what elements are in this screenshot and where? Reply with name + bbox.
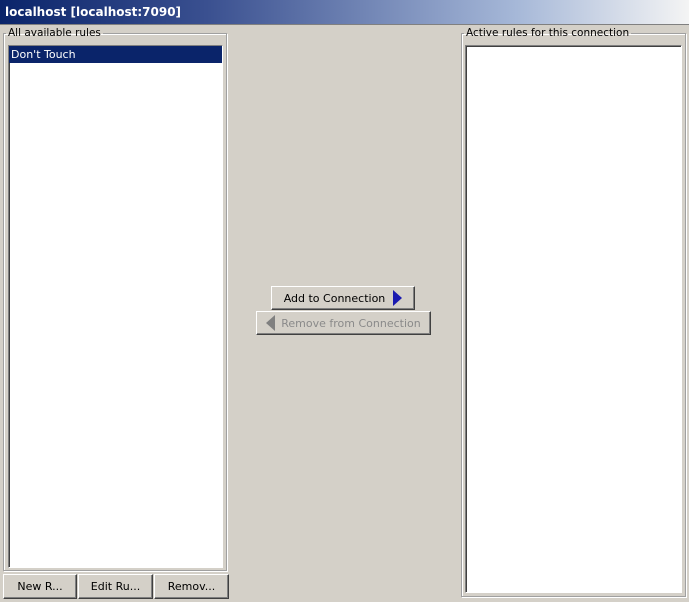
- add-to-connection-button[interactable]: Add to Connection: [271, 286, 415, 310]
- list-item-label: Don't Touch: [11, 48, 76, 61]
- arrow-left-icon: [266, 315, 276, 331]
- available-rules-legend: All available rules: [8, 27, 101, 39]
- edit-rule-button[interactable]: Edit Ru...: [78, 574, 153, 599]
- remove-rule-button[interactable]: Remov...: [154, 574, 229, 599]
- active-rules-legend: Active rules for this connection: [466, 27, 630, 39]
- new-rule-button-label: New R...: [17, 580, 63, 593]
- add-to-connection-label: Add to Connection: [283, 291, 386, 305]
- active-rules-list[interactable]: [465, 45, 682, 593]
- available-rules-list[interactable]: Don't Touch: [8, 45, 223, 568]
- edit-rule-button-label: Edit Ru...: [90, 580, 141, 593]
- window-title-bar[interactable]: localhost [localhost:7090]: [0, 0, 689, 25]
- new-rule-button[interactable]: New R...: [3, 574, 77, 599]
- remove-from-connection-button[interactable]: Remove from Connection: [256, 311, 431, 335]
- window-title: localhost [localhost:7090]: [5, 5, 182, 19]
- remove-from-connection-label: Remove from Connection: [281, 316, 421, 330]
- remove-rule-button-label: Remov...: [167, 580, 216, 593]
- arrow-right-icon: [393, 290, 403, 306]
- list-item[interactable]: Don't Touch: [9, 46, 222, 63]
